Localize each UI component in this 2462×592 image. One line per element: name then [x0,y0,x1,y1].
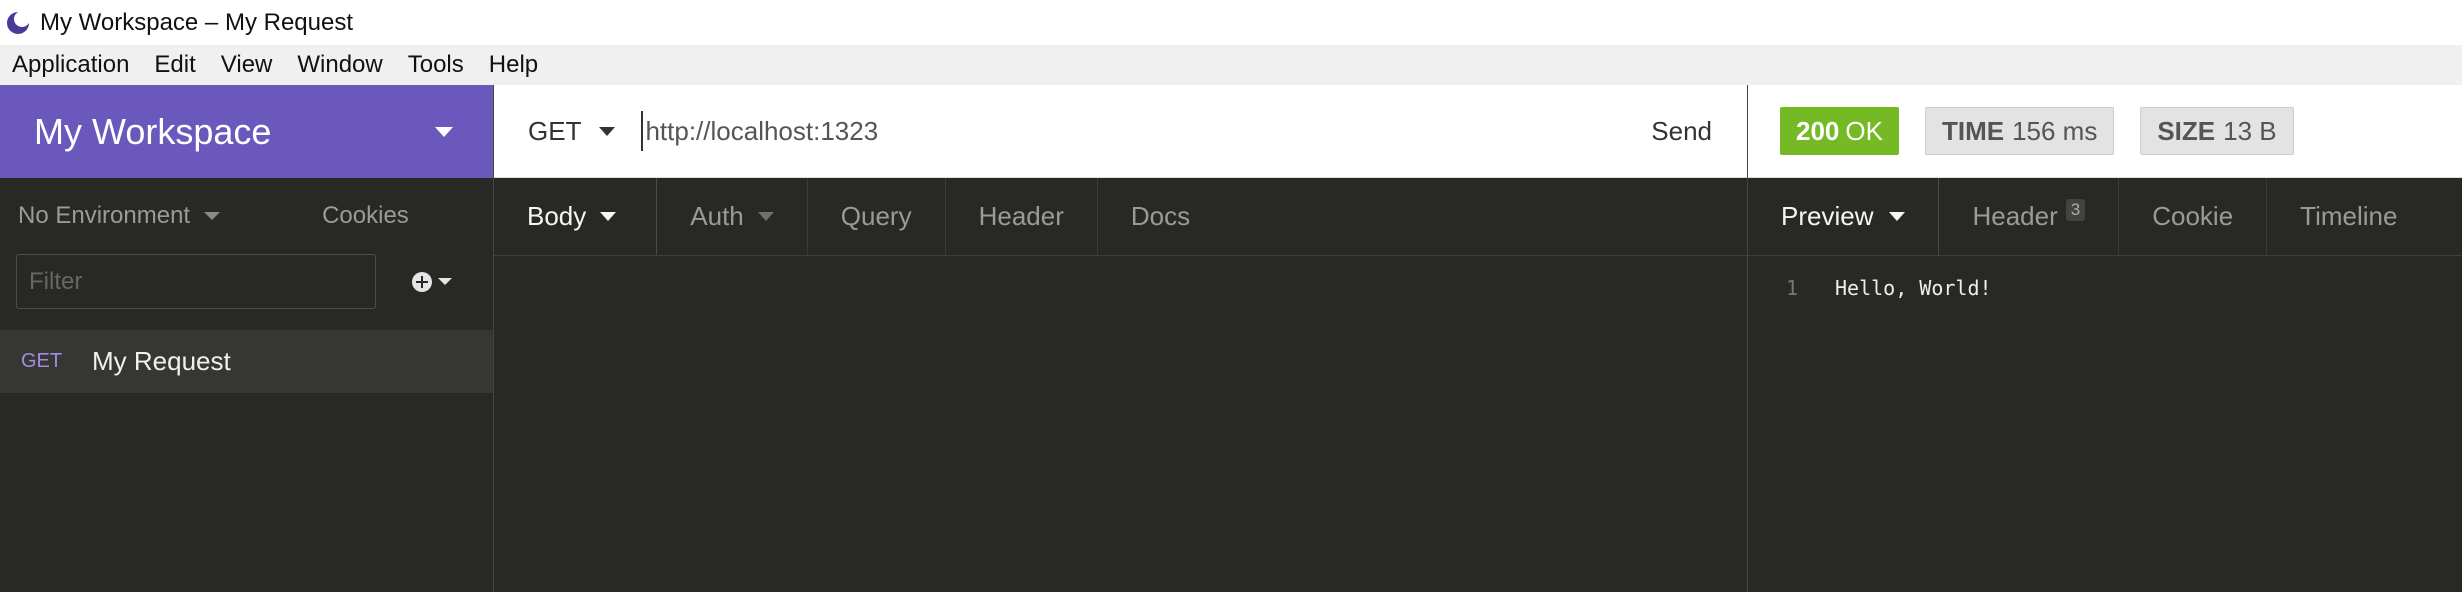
size-value: 13 B [2223,115,2277,146]
response-pane: 200 OK TIME 156 ms SIZE 13 B Preview Hea… [1748,85,2462,592]
chevron-down-icon [204,212,221,220]
filter-row [0,254,493,309]
chevron-down-icon [600,212,617,221]
url-bar: GET Send [494,85,1747,178]
menu-bar: Application Edit View Window Tools Help [0,45,2462,85]
tab-timeline-label: Timeline [2300,201,2398,231]
request-tabs: Body Auth Query Header Docs [494,178,1747,256]
response-status-bar: 200 OK TIME 156 ms SIZE 13 B [1748,85,2462,178]
tab-docs-label: Docs [1130,201,1191,231]
method-dropdown[interactable]: GET [528,115,616,147]
method-label: GET [528,115,582,146]
size-badge: SIZE 13 B [2140,107,2294,155]
tab-body[interactable]: Body [494,178,658,255]
response-text: Hello, World! [1835,276,1992,300]
sidebar-request-item[interactable]: GET My Request [0,330,493,393]
filter-input[interactable] [16,254,376,309]
add-request-button[interactable] [412,271,452,292]
menu-help[interactable]: Help [489,51,538,79]
menu-tools[interactable]: Tools [408,51,464,79]
tab-timeline[interactable]: Timeline [2267,178,2430,255]
tab-cookie-label: Cookie [2152,201,2234,231]
status-code: 200 [1796,115,1840,146]
workspace-dropdown[interactable]: My Workspace [0,85,493,178]
environment-label: No Environment [18,202,191,229]
tab-docs[interactable]: Docs [1098,178,1223,255]
insomnia-moon-icon [7,10,30,34]
chevron-down-icon [757,212,774,221]
response-body: 1 Hello, World! [1748,256,2462,300]
menu-window[interactable]: Window [297,51,382,79]
chevron-down-icon [438,278,452,285]
request-method-badge: GET [21,350,63,372]
title-bar: My Workspace – My Request [0,0,2462,45]
tab-auth-label: Auth [690,201,744,231]
response-tabs: Preview Header 3 Cookie Timeline [1748,178,2462,256]
tab-preview[interactable]: Preview [1748,178,1940,255]
tab-query-label: Query [840,201,912,231]
tab-body-label: Body [527,201,587,231]
request-name: My Request [92,346,231,376]
line-number: 1 [1786,276,1799,300]
cookies-button[interactable]: Cookies [322,202,409,230]
window-title: My Workspace – My Request [40,8,353,36]
environment-row: No Environment Cookies [0,178,493,254]
send-button[interactable]: Send [1651,116,1712,147]
plus-circle-icon [412,271,432,292]
tab-cookie[interactable]: Cookie [2119,178,2268,255]
chevron-down-icon [435,126,453,137]
time-label: TIME [1941,115,2005,146]
tab-preview-label: Preview [1781,201,1874,231]
size-label: SIZE [2157,115,2216,146]
tab-auth[interactable]: Auth [657,178,808,255]
request-pane: GET Send Body Auth Query Header Docs [494,85,1748,592]
url-input[interactable] [641,111,1542,151]
menu-view[interactable]: View [221,51,273,79]
tab-response-header-label: Header [1972,201,2058,231]
tab-response-header[interactable]: Header 3 [1939,178,2120,255]
chevron-down-icon [1889,212,1906,221]
header-count-badge: 3 [2065,198,2086,221]
status-badge: 200 OK [1780,107,1899,155]
environment-dropdown[interactable]: No Environment [18,202,221,230]
tab-header-label: Header [978,201,1064,231]
menu-edit[interactable]: Edit [154,51,195,79]
workspace-name: My Workspace [34,110,272,152]
tab-header[interactable]: Header [946,178,1098,255]
chevron-down-icon [599,126,616,136]
menu-application[interactable]: Application [12,51,129,79]
status-text: OK [1845,115,1883,146]
time-value: 156 ms [2012,115,2098,146]
sidebar: My Workspace No Environment Cookies GET … [0,85,494,592]
time-badge: TIME 156 ms [1924,107,2115,155]
tab-query[interactable]: Query [808,178,946,255]
